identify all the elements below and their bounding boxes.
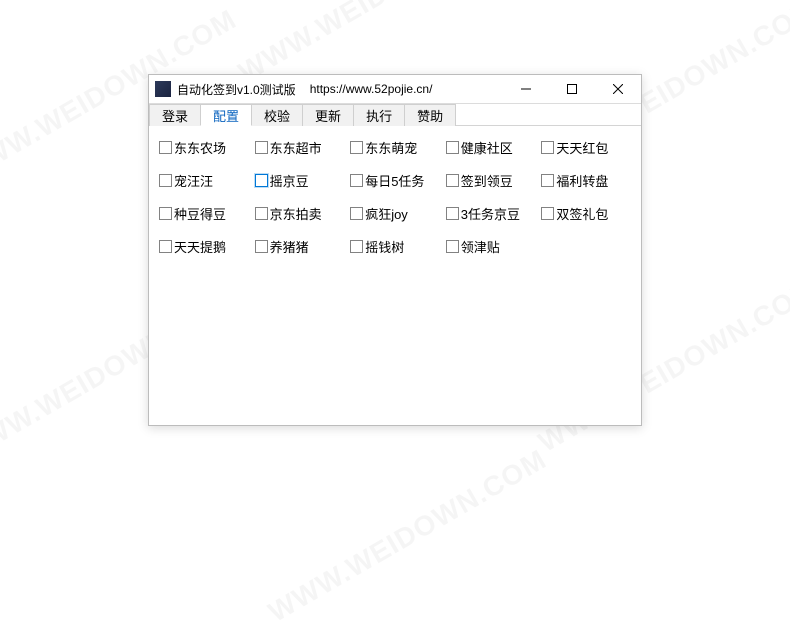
checkbox-icon — [350, 207, 363, 220]
tab-update[interactable]: 更新 — [302, 104, 354, 126]
checkbox-item[interactable]: 签到领豆 — [446, 171, 536, 190]
checkbox-label: 摇钱树 — [365, 237, 404, 256]
checkbox-icon — [159, 240, 172, 253]
checkbox-label: 每日5任务 — [365, 171, 424, 190]
checkbox-label: 签到领豆 — [461, 171, 513, 190]
checkbox-item[interactable]: 疯狂joy — [350, 204, 440, 223]
checkbox-icon — [541, 207, 554, 220]
checkbox-item[interactable]: 天天提鹅 — [159, 237, 249, 256]
checkbox-icon — [446, 174, 459, 187]
checkbox-label: 东东农场 — [174, 138, 226, 157]
window-url: https://www.52pojie.cn/ — [310, 82, 433, 96]
tab-config[interactable]: 配置 — [200, 104, 252, 126]
maximize-button[interactable] — [549, 75, 595, 103]
window-controls — [503, 75, 641, 103]
checkbox-label: 东东超市 — [270, 138, 322, 157]
checkbox-label: 摇京豆 — [270, 171, 309, 190]
tab-label: 更新 — [315, 106, 341, 125]
app-icon — [155, 81, 171, 97]
tab-label: 登录 — [162, 106, 188, 125]
minimize-button[interactable] — [503, 75, 549, 103]
checkbox-label: 天天红包 — [556, 138, 608, 157]
checkbox-item[interactable]: 东东萌宠 — [350, 138, 440, 157]
tab-label: 校验 — [264, 106, 290, 125]
checkbox-icon — [159, 174, 172, 187]
checkbox-icon — [255, 240, 268, 253]
app-window: 自动化签到v1.0测试版 https://www.52pojie.cn/ 登录 … — [148, 74, 642, 426]
watermark: WWW.WEIDOWN.COM — [263, 443, 552, 628]
checkbox-item[interactable]: 京东拍卖 — [255, 204, 345, 223]
checkbox-item[interactable]: 摇钱树 — [350, 237, 440, 256]
checkbox-label: 福利转盘 — [556, 171, 608, 190]
checkbox-label: 3任务京豆 — [461, 204, 520, 223]
checkbox-label: 疯狂joy — [365, 204, 408, 223]
tab-label: 执行 — [366, 106, 392, 125]
close-button[interactable] — [595, 75, 641, 103]
checkbox-icon — [541, 141, 554, 154]
checkbox-icon — [255, 174, 268, 187]
checkbox-item[interactable]: 种豆得豆 — [159, 204, 249, 223]
checkbox-item[interactable]: 天天红包 — [541, 138, 631, 157]
checkbox-item[interactable]: 双签礼包 — [541, 204, 631, 223]
checkbox-icon — [446, 240, 459, 253]
tab-content: 东东农场 东东超市 东东萌宠 健康社区 天天红包 宠汪汪 摇京豆 每日5任务 签… — [149, 126, 641, 268]
checkbox-label: 种豆得豆 — [174, 204, 226, 223]
checkbox-label: 宠汪汪 — [174, 171, 213, 190]
checkbox-item[interactable]: 养猪猪 — [255, 237, 345, 256]
checkbox-grid: 东东农场 东东超市 东东萌宠 健康社区 天天红包 宠汪汪 摇京豆 每日5任务 签… — [159, 138, 631, 256]
checkbox-item[interactable]: 福利转盘 — [541, 171, 631, 190]
checkbox-item[interactable]: 摇京豆 — [255, 171, 345, 190]
checkbox-icon — [159, 207, 172, 220]
tab-verify[interactable]: 校验 — [251, 104, 303, 126]
checkbox-label: 养猪猪 — [270, 237, 309, 256]
tab-sponsor[interactable]: 赞助 — [404, 104, 456, 126]
tab-label: 配置 — [213, 106, 239, 125]
checkbox-icon — [350, 141, 363, 154]
checkbox-icon — [541, 174, 554, 187]
checkbox-icon — [446, 207, 459, 220]
checkbox-label: 东东萌宠 — [365, 138, 417, 157]
titlebar: 自动化签到v1.0测试版 https://www.52pojie.cn/ — [149, 75, 641, 104]
checkbox-item[interactable]: 宠汪汪 — [159, 171, 249, 190]
tab-bar: 登录 配置 校验 更新 执行 赞助 — [149, 104, 641, 126]
checkbox-label: 天天提鹅 — [174, 237, 226, 256]
checkbox-icon — [255, 141, 268, 154]
tab-label: 赞助 — [417, 106, 443, 125]
checkbox-item[interactable]: 3任务京豆 — [446, 204, 536, 223]
checkbox-label: 京东拍卖 — [270, 204, 322, 223]
checkbox-icon — [350, 174, 363, 187]
checkbox-item[interactable]: 东东超市 — [255, 138, 345, 157]
checkbox-label: 双签礼包 — [556, 204, 608, 223]
checkbox-label: 健康社区 — [461, 138, 513, 157]
checkbox-icon — [159, 141, 172, 154]
checkbox-label: 领津贴 — [461, 237, 500, 256]
checkbox-icon — [350, 240, 363, 253]
checkbox-icon — [255, 207, 268, 220]
window-title: 自动化签到v1.0测试版 — [177, 81, 296, 98]
checkbox-icon — [446, 141, 459, 154]
checkbox-item[interactable]: 东东农场 — [159, 138, 249, 157]
checkbox-item[interactable]: 每日5任务 — [350, 171, 440, 190]
checkbox-item[interactable]: 健康社区 — [446, 138, 536, 157]
tab-execute[interactable]: 执行 — [353, 104, 405, 126]
tab-login[interactable]: 登录 — [149, 104, 201, 126]
checkbox-item[interactable]: 领津贴 — [446, 237, 536, 256]
